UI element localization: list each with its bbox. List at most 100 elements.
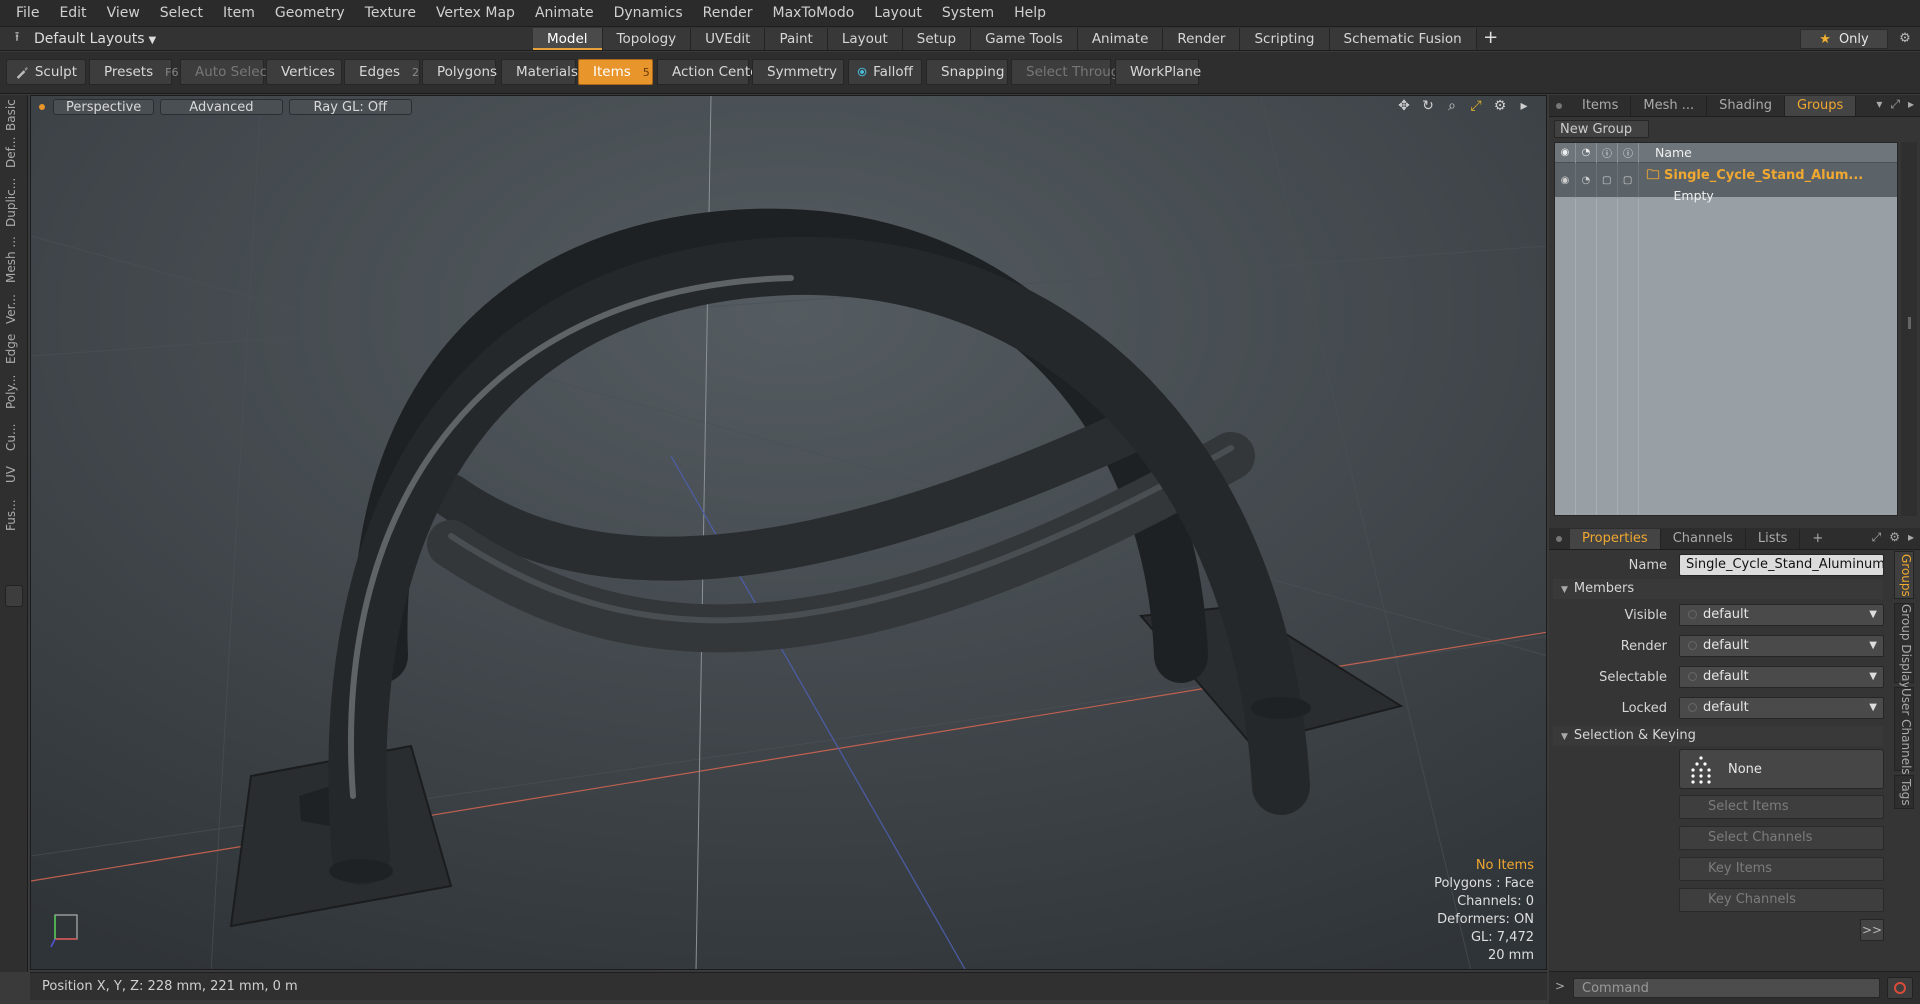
- menu-render[interactable]: Render: [693, 0, 763, 27]
- chevron-down-icon[interactable]: ▾: [1876, 97, 1882, 112]
- visible-dropdown[interactable]: default ▼: [1679, 604, 1884, 626]
- left-tab-mesh[interactable]: Mesh ...: [4, 235, 24, 285]
- panel-arrow-icon[interactable]: ▸: [1908, 530, 1914, 545]
- strip-toggle-button[interactable]: [5, 585, 23, 607]
- symmetry-button[interactable]: Symmetry: [752, 59, 844, 85]
- selection-keying-section[interactable]: ▼ Selection & Keying: [1553, 726, 1883, 746]
- tab-groups[interactable]: Groups: [1784, 95, 1857, 116]
- menu-select[interactable]: Select: [150, 0, 213, 27]
- tab-setup[interactable]: Setup: [902, 28, 972, 50]
- left-tab-duplicate[interactable]: Duplic...: [4, 175, 24, 229]
- maximize-icon[interactable]: ⤢: [1468, 98, 1484, 114]
- scrollbar-thumb[interactable]: [1908, 317, 1911, 329]
- vertices-button[interactable]: Vertices 1: [266, 59, 354, 85]
- only-toggle[interactable]: ★ Only: [1800, 29, 1888, 49]
- tab-mesh[interactable]: Mesh ...: [1631, 95, 1708, 116]
- left-tab-curve[interactable]: Cu...: [4, 419, 24, 455]
- items-button[interactable]: Items 5: [578, 59, 653, 85]
- tab-paint[interactable]: Paint: [765, 28, 828, 50]
- tab-shading[interactable]: Shading: [1707, 95, 1785, 116]
- tab-items[interactable]: Items: [1570, 95, 1632, 116]
- tab-model[interactable]: Model: [533, 28, 603, 50]
- selectable-dropdown[interactable]: default ▼: [1679, 666, 1884, 688]
- group-row[interactable]: ◉ ◔ ▢ ▢ 🗀 Single_Cycle_Stand_Alum... Emp…: [1555, 163, 1897, 203]
- vtab-groups[interactable]: Groups: [1894, 551, 1914, 599]
- select-channels-button[interactable]: Select Channels: [1679, 826, 1884, 850]
- menu-geometry[interactable]: Geometry: [265, 0, 355, 27]
- more-button[interactable]: >>: [1860, 919, 1884, 941]
- row-lock-icon[interactable]: ▢: [1597, 163, 1618, 197]
- menu-help[interactable]: Help: [1004, 0, 1056, 27]
- left-tab-deform[interactable]: Def...: [4, 135, 24, 169]
- workplane-button[interactable]: WorkPlane: [1115, 59, 1201, 85]
- left-tab-vertex[interactable]: Ver...: [4, 291, 24, 327]
- add-tab-plus-icon[interactable]: +: [1477, 27, 1505, 51]
- group-list-scrollbar[interactable]: [1901, 142, 1917, 516]
- menu-file[interactable]: File: [6, 0, 49, 27]
- materials-button[interactable]: Materials: [501, 59, 578, 85]
- menu-edit[interactable]: Edit: [49, 0, 96, 27]
- name-field[interactable]: Single_Cycle_Stand_Aluminum (2: [1679, 554, 1884, 576]
- select-items-button[interactable]: Select Items: [1679, 795, 1884, 819]
- locked-dropdown[interactable]: default ▼: [1679, 697, 1884, 719]
- panel-arrow-icon[interactable]: ▸: [1908, 97, 1914, 112]
- vtab-group-display[interactable]: Group Display: [1894, 603, 1914, 689]
- 3d-viewport[interactable]: Perspective Advanced Ray GL: Off ✥ ↻ ⌕ ⤢…: [30, 95, 1547, 970]
- tab-render[interactable]: Render: [1163, 28, 1241, 50]
- default-layouts-dropdown[interactable]: Default Layouts ▼: [34, 31, 170, 47]
- tab-game-tools[interactable]: Game Tools: [971, 28, 1078, 50]
- select-through-button[interactable]: Select Through: [1011, 59, 1128, 85]
- gear-icon[interactable]: ⚙: [1889, 530, 1900, 545]
- falloff-button[interactable]: Falloff: [848, 59, 922, 85]
- zoom-icon[interactable]: ⌕: [1444, 98, 1460, 114]
- menu-view[interactable]: View: [97, 0, 150, 27]
- menu-vertex-map[interactable]: Vertex Map: [426, 0, 525, 27]
- menu-layout[interactable]: Layout: [864, 0, 932, 27]
- viewport-menu-dot[interactable]: [39, 104, 45, 110]
- viewport-expand-icon[interactable]: ▸: [1516, 98, 1532, 114]
- tab-channels[interactable]: Channels: [1661, 528, 1746, 549]
- left-tab-fusion[interactable]: Fus...: [4, 495, 24, 535]
- row-select-icon[interactable]: ▢: [1618, 163, 1639, 197]
- left-tab-uv[interactable]: UV: [4, 461, 24, 489]
- gear-icon[interactable]: ⚙: [1893, 27, 1917, 51]
- tab-lists[interactable]: Lists: [1746, 528, 1801, 549]
- presets-button[interactable]: Presets F6: [89, 59, 178, 85]
- expand-icon[interactable]: ⤢: [1890, 97, 1900, 112]
- left-tab-polygon[interactable]: Poly...: [4, 371, 24, 413]
- row-render-icon[interactable]: ◔: [1576, 163, 1597, 197]
- tab-schematic-fusion[interactable]: Schematic Fusion: [1329, 28, 1477, 50]
- properties-menu-dot[interactable]: [1556, 535, 1562, 542]
- pan-icon[interactable]: ✥: [1396, 98, 1412, 114]
- vtab-user-channels[interactable]: User Channels: [1894, 687, 1914, 775]
- expand-icon[interactable]: ⤢: [1872, 530, 1882, 545]
- left-tab-basic[interactable]: Basic: [4, 99, 24, 131]
- auto-select-button[interactable]: Auto Select: [180, 59, 272, 85]
- lock-icon[interactable]: ⓘ: [1597, 143, 1618, 163]
- tab-scripting[interactable]: Scripting: [1240, 28, 1330, 50]
- new-group-button[interactable]: New Group: [1554, 120, 1649, 138]
- menu-animate[interactable]: Animate: [525, 0, 604, 27]
- key-channels-button[interactable]: Key Channels: [1679, 888, 1884, 912]
- select-icon[interactable]: ⓘ: [1618, 143, 1639, 163]
- tab-animate[interactable]: Animate: [1077, 28, 1164, 50]
- layout-arrow-icon[interactable]: ⭱: [0, 28, 34, 50]
- row-eye-icon[interactable]: ◉: [1555, 163, 1576, 197]
- visibility-eye-icon[interactable]: ◉: [1555, 143, 1576, 163]
- record-macro-button[interactable]: [1887, 977, 1913, 999]
- action-center-button[interactable]: Action Center: [657, 59, 764, 85]
- shading-dropdown[interactable]: Advanced: [160, 99, 283, 115]
- raygl-dropdown[interactable]: Ray GL: Off: [288, 99, 413, 115]
- menu-maxtomodo[interactable]: MaxToModo: [763, 0, 865, 27]
- render-icon[interactable]: ◔: [1576, 143, 1597, 163]
- polygons-button[interactable]: Polygons: [422, 59, 497, 85]
- tab-properties[interactable]: Properties: [1570, 528, 1661, 549]
- vtab-tags[interactable]: Tags: [1894, 775, 1914, 809]
- command-input[interactable]: [1573, 978, 1880, 998]
- sculpt-button[interactable]: Sculpt: [6, 59, 86, 85]
- members-section[interactable]: ▼ Members: [1553, 579, 1883, 599]
- edges-button[interactable]: Edges 2: [344, 59, 420, 85]
- add-tab-plus-icon[interactable]: +: [1800, 529, 1835, 549]
- viewport-gear-icon[interactable]: ⚙: [1492, 98, 1508, 114]
- key-items-button[interactable]: Key Items: [1679, 857, 1884, 881]
